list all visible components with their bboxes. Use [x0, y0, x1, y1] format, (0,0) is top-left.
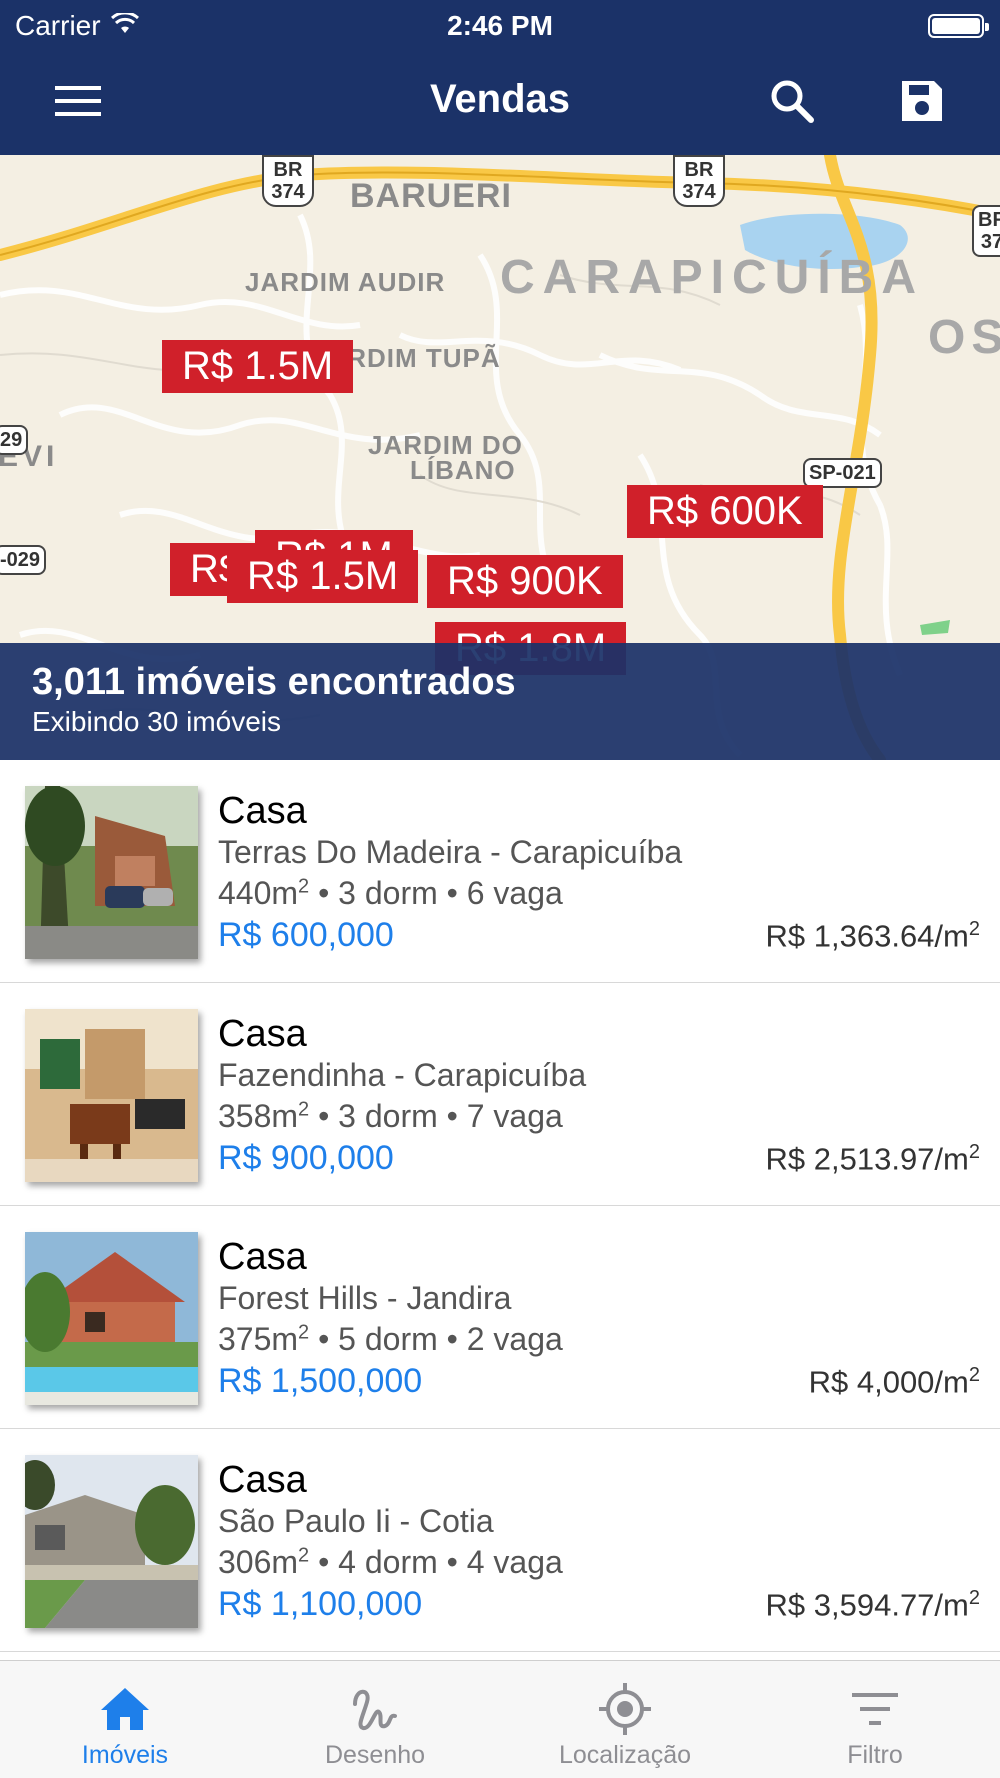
app-header: Carrier 2:46 PM Vendas: [0, 0, 1000, 155]
status-bar: Carrier 2:46 PM: [0, 0, 1000, 50]
listing-vaga: 2 vaga: [466, 1321, 563, 1357]
listing-location: São Paulo Ii - Cotia: [218, 1503, 494, 1539]
map-label-os: OS: [928, 311, 1000, 364]
road-shield-029: -029: [0, 545, 47, 575]
road-shield-br: BR 37: [972, 205, 1000, 257]
listing-area: 358: [218, 1098, 272, 1134]
listing-location: Terras Do Madeira - Carapicuíba: [218, 834, 683, 870]
tab-label: Imóveis: [81, 1741, 169, 1769]
listing-type: Casa: [218, 1459, 307, 1501]
listing-photo: [25, 1232, 198, 1405]
road-shield-29: 29: [0, 425, 29, 455]
road-shield-sp021: SP-021: [803, 458, 882, 488]
listing-specs: 375m2 • 5 dorm • 2 vaga: [218, 1321, 563, 1357]
listing-type: Casa: [218, 1236, 307, 1278]
listing-dorm: 3 dorm: [338, 1098, 438, 1134]
price-pin[interactable]: R$ 900K: [427, 555, 623, 608]
listing-item[interactable]: Casa Fazendinha - Carapicuíba 358m2 • 3 …: [0, 983, 1000, 1206]
listing-vaga: 4 vaga: [466, 1544, 563, 1580]
road-shield-br374: BR 374: [673, 155, 725, 207]
search-button[interactable]: [762, 73, 822, 133]
listing-price: R$ 600,000: [218, 916, 394, 954]
battery-icon: [928, 14, 989, 38]
home-icon: [95, 1681, 155, 1737]
price-pin[interactable]: R$ 1.5M: [227, 550, 419, 603]
listing-price: R$ 900,000: [218, 1139, 394, 1177]
search-icon: [769, 78, 815, 129]
listing-area: 306: [218, 1544, 272, 1580]
tab-label: Filtro: [847, 1741, 903, 1769]
listing-photo: [25, 1455, 198, 1628]
listing-dorm: 3 dorm: [338, 875, 438, 911]
listing-vaga: 7 vaga: [466, 1098, 563, 1134]
tab-label: Localização: [558, 1741, 692, 1769]
filter-icon: [845, 1681, 905, 1737]
nav-bar: Vendas: [0, 55, 1000, 150]
listing-type: Casa: [218, 1013, 307, 1055]
map-label-libano: LÍBANO: [410, 455, 516, 485]
listing-location: Forest Hills - Jandira: [218, 1280, 512, 1316]
page-title: Vendas: [429, 77, 571, 121]
listing-price: R$ 1,100,000: [218, 1585, 423, 1623]
map-label-jardim-audir: JARDIM AUDIR: [245, 267, 446, 297]
map-view[interactable]: BARUERI CARAPICUÍBA JARDIM AUDIR JARDIM …: [0, 155, 1000, 760]
listing-price-per-m2: R$ 2,513.97/m2: [765, 1141, 980, 1177]
tab-desenho[interactable]: Desenho: [250, 1661, 500, 1778]
listing-area: 440: [218, 875, 272, 911]
listing-price: R$ 1,500,000: [218, 1362, 423, 1400]
listing-dorm: 5 dorm: [338, 1321, 438, 1357]
listing-price-per-m2: R$ 1,363.64/m2: [765, 918, 980, 954]
listing-photo: [25, 1009, 198, 1182]
tab-label: Desenho: [324, 1741, 426, 1769]
results-shown: Exibindo 30 imóveis: [32, 706, 282, 737]
listing-list[interactable]: Casa Terras Do Madeira - Carapicuíba 440…: [0, 760, 1000, 1660]
listing-vaga: 6 vaga: [466, 875, 563, 911]
tab-bar: Imóveis Desenho Localização Filtro: [0, 1660, 1000, 1778]
tab-filtro[interactable]: Filtro: [750, 1661, 1000, 1778]
listing-location: Fazendinha - Carapicuíba: [218, 1057, 587, 1093]
price-pin[interactable]: R$ 600K: [627, 485, 823, 538]
tab-imoveis[interactable]: Imóveis: [0, 1661, 250, 1778]
map-label-barueri: BARUERI: [350, 177, 512, 215]
listing-type: Casa: [218, 790, 307, 832]
listing-price-per-m2: R$ 4,000/m2: [808, 1364, 980, 1400]
map-label-carapicuiba: CARAPICUÍBA: [500, 251, 924, 304]
results-count: 3,011 imóveis encontrados: [32, 661, 516, 703]
listing-specs: 358m2 • 3 dorm • 7 vaga: [218, 1098, 563, 1134]
price-pin[interactable]: R$ 1.5M: [162, 340, 354, 393]
listing-price-per-m2: R$ 3,594.77/m2: [765, 1587, 980, 1623]
listing-photo: [25, 786, 198, 959]
tab-localizacao[interactable]: Localização: [500, 1661, 750, 1778]
save-icon: [900, 79, 944, 128]
save-button[interactable]: [892, 73, 952, 133]
status-time: 2:46 PM: [447, 10, 553, 41]
listing-item[interactable]: Casa São Paulo Ii - Cotia 306m2 • 4 dorm…: [0, 1429, 1000, 1652]
location-icon: [595, 1681, 655, 1737]
listing-item[interactable]: Casa Forest Hills - Jandira 375m2 • 5 do…: [0, 1206, 1000, 1429]
listing-item[interactable]: Casa Terras Do Madeira - Carapicuíba 440…: [0, 760, 1000, 983]
listing-specs: 306m2 • 4 dorm • 4 vaga: [218, 1544, 563, 1580]
listing-dorm: 4 dorm: [338, 1544, 438, 1580]
listing-area: 375: [218, 1321, 272, 1357]
draw-icon: [345, 1681, 405, 1737]
listing-specs: 440m2 • 3 dorm • 6 vaga: [218, 875, 563, 911]
road-shield-br374: BR 374: [262, 155, 314, 207]
results-banner: 3,011 imóveis encontrados Exibindo 30 im…: [0, 643, 1000, 760]
